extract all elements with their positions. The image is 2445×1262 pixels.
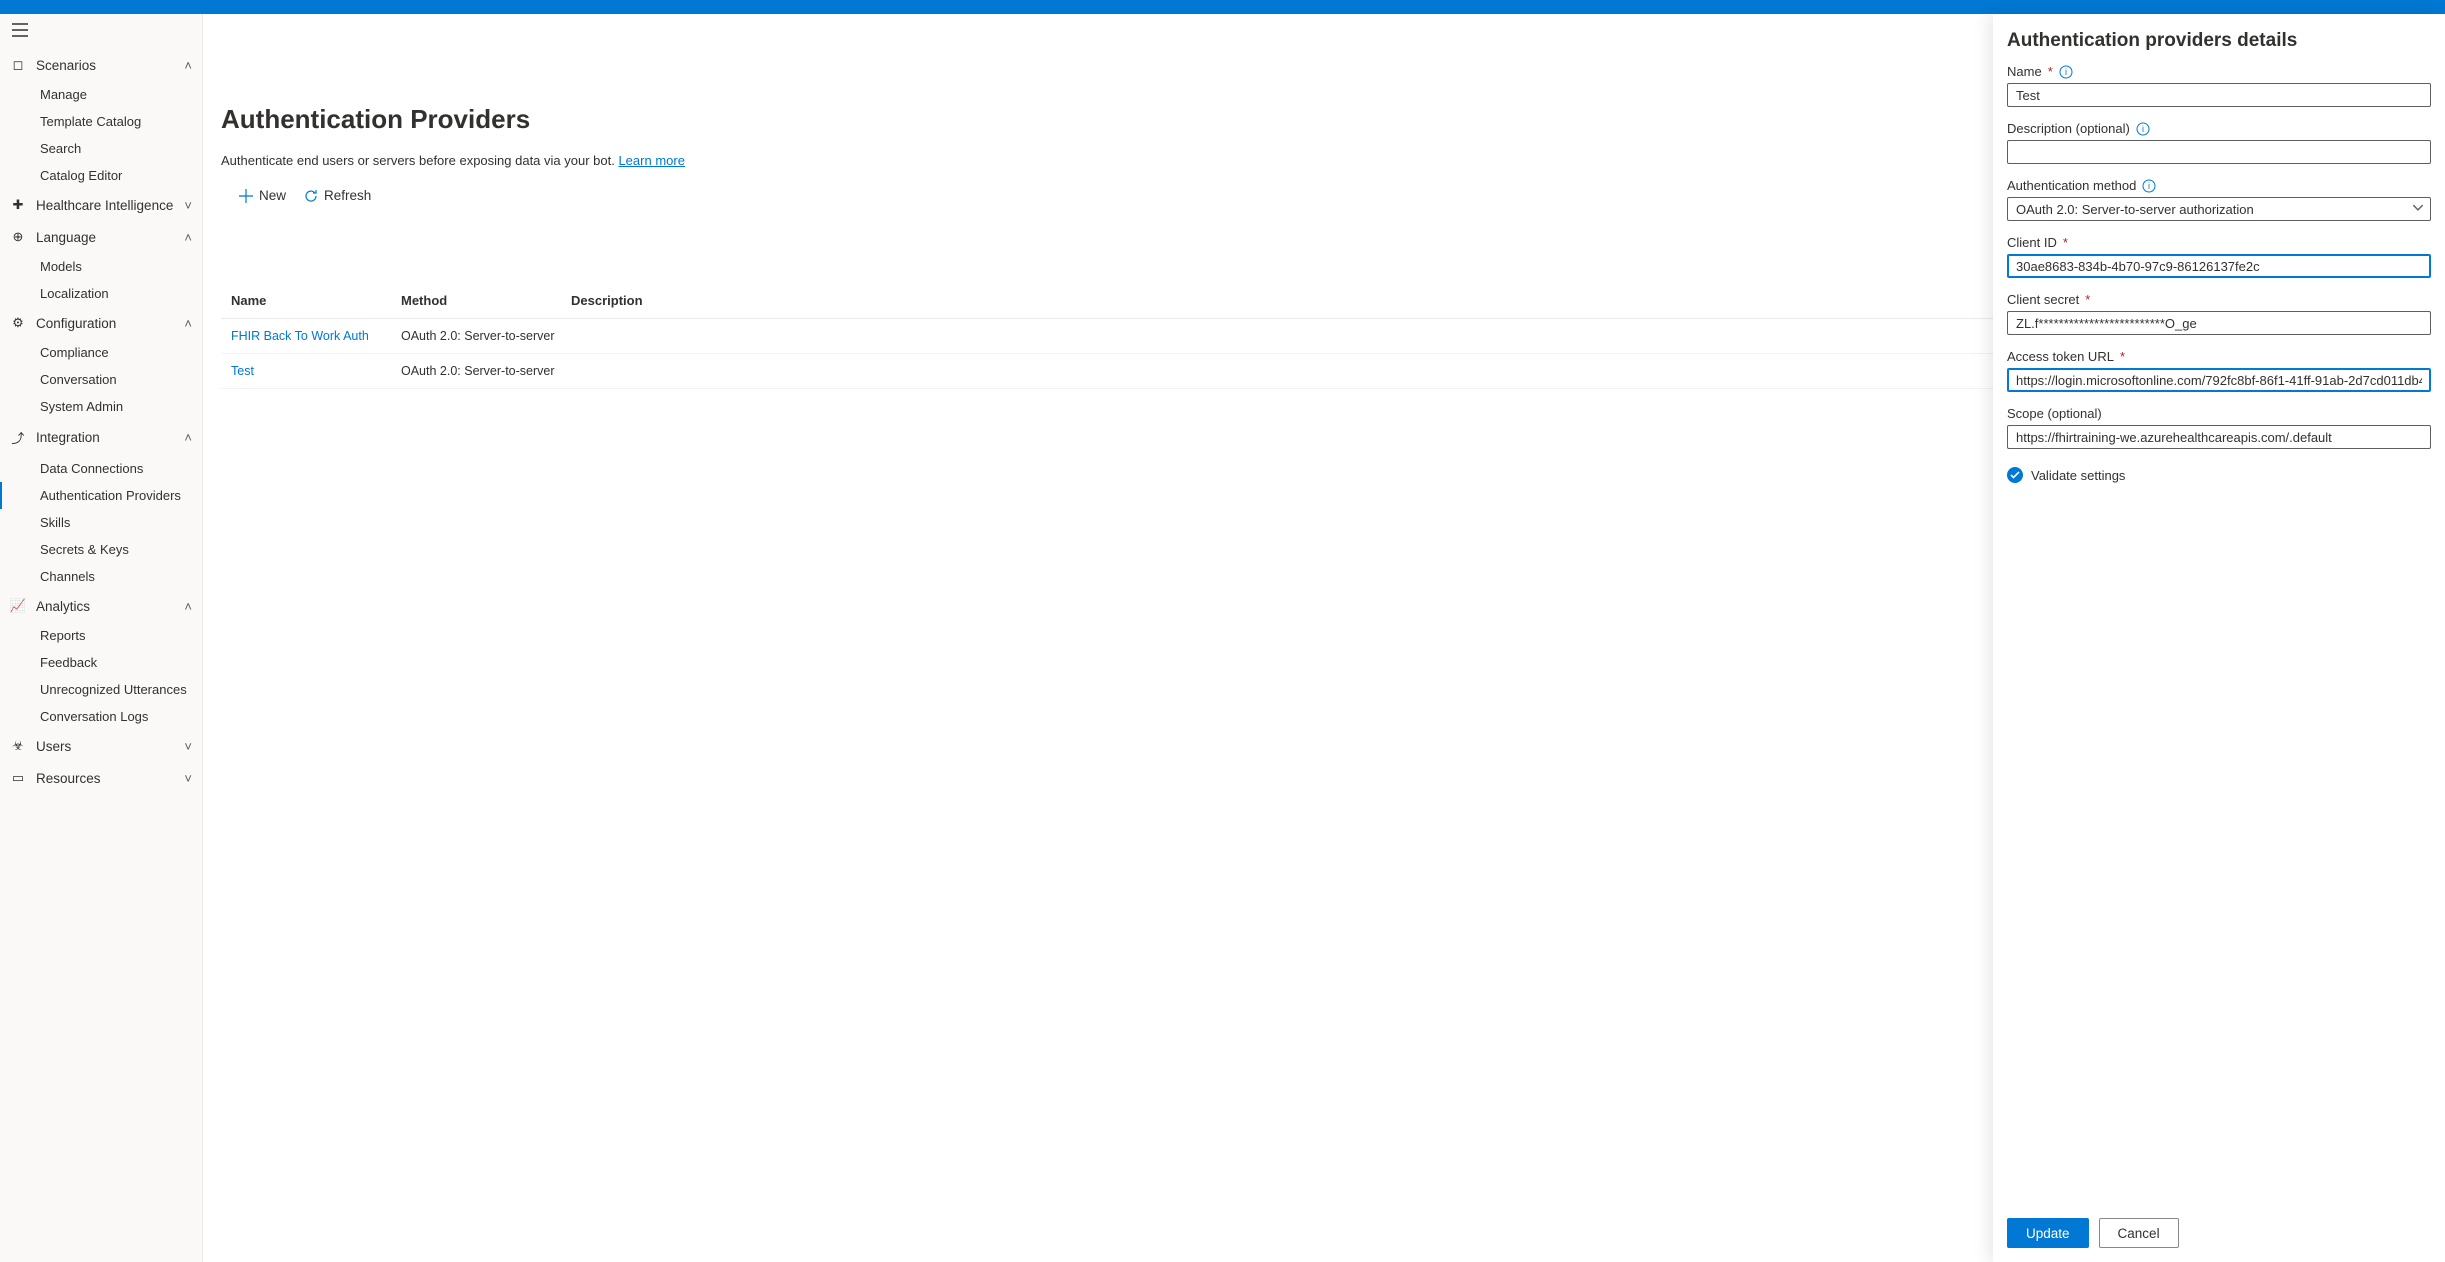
new-button-label: New <box>259 188 286 203</box>
plus-icon <box>239 189 253 203</box>
nav-item-compliance[interactable]: Compliance <box>0 339 202 366</box>
group-title: Users <box>36 739 71 754</box>
nav-item-skills[interactable]: Skills <box>0 509 202 536</box>
group-icon: ⚙ <box>10 315 26 331</box>
group-title: Configuration <box>36 316 116 331</box>
refresh-button[interactable]: Refresh <box>304 188 371 203</box>
nav-item-channels[interactable]: Channels <box>0 563 202 590</box>
group-title: Resources <box>36 771 101 786</box>
method-label: Authentication method i <box>2007 178 2431 193</box>
scope-label: Scope (optional) <box>2007 406 2431 421</box>
checkmark-icon <box>2007 467 2023 483</box>
nav-group-healthcare-intelligence[interactable]: ✚ Healthcare Intelligence ˅ <box>0 189 202 221</box>
scope-input[interactable] <box>2007 425 2431 449</box>
client-secret-input[interactable] <box>2007 311 2431 335</box>
nav-group-language[interactable]: ⊕ Language ˄ <box>0 221 202 253</box>
nav-item-models[interactable]: Models <box>0 253 202 280</box>
nav-item-authentication-providers[interactable]: Authentication Providers <box>0 482 202 509</box>
name-label: Name * i <box>2007 64 2431 79</box>
group-icon: ▭ <box>10 770 26 786</box>
nav-group-configuration[interactable]: ⚙ Configuration ˄ <box>0 307 202 339</box>
description-label: Description (optional) i <box>2007 121 2431 136</box>
client-id-input[interactable] <box>2007 254 2431 278</box>
token-url-input[interactable] <box>2007 368 2431 392</box>
chevron-icon: ˄ <box>184 316 192 331</box>
nav-group-scenarios[interactable]: ◻ Scenarios ˄ <box>0 49 202 81</box>
nav-item-feedback[interactable]: Feedback <box>0 649 202 676</box>
info-icon[interactable]: i <box>2142 179 2156 193</box>
client-id-label: Client ID * <box>2007 235 2431 250</box>
details-panel: Authentication providers details Name * … <box>1993 14 2445 1262</box>
method-select-value[interactable] <box>2007 197 2431 221</box>
chevron-icon: ˅ <box>184 198 192 213</box>
group-title: Healthcare Intelligence <box>36 198 173 213</box>
col-header-name[interactable]: Name <box>231 293 401 308</box>
chevron-icon: ˅ <box>184 739 192 754</box>
group-icon: ☣ <box>10 738 26 754</box>
nav-item-conversation-logs[interactable]: Conversation Logs <box>0 703 202 730</box>
nav-item-reports[interactable]: Reports <box>0 622 202 649</box>
method-select[interactable] <box>2007 197 2431 221</box>
col-header-method[interactable]: Method <box>401 293 571 308</box>
chevron-icon: ˄ <box>184 599 192 614</box>
group-icon: ✚ <box>10 197 26 213</box>
top-bar <box>0 0 2445 14</box>
group-title: Scenarios <box>36 58 96 73</box>
update-button[interactable]: Update <box>2007 1218 2089 1248</box>
validate-settings: Validate settings <box>2007 467 2431 483</box>
chevron-icon: ˅ <box>184 771 192 786</box>
name-input[interactable] <box>2007 83 2431 107</box>
menu-icon <box>12 23 28 37</box>
nav-item-secrets-&-keys[interactable]: Secrets & Keys <box>0 536 202 563</box>
info-icon[interactable]: i <box>2136 122 2150 136</box>
refresh-button-label: Refresh <box>324 188 371 203</box>
nav-group-resources[interactable]: ▭ Resources ˅ <box>0 762 202 794</box>
nav-item-unrecognized-utterances[interactable]: Unrecognized Utterances <box>0 676 202 703</box>
nav-item-localization[interactable]: Localization <box>0 280 202 307</box>
nav-group-analytics[interactable]: 📈 Analytics ˄ <box>0 590 202 622</box>
chevron-icon: ˄ <box>184 430 192 445</box>
cancel-button[interactable]: Cancel <box>2099 1218 2179 1248</box>
nav-item-system-admin[interactable]: System Admin <box>0 393 202 420</box>
row-method: OAuth 2.0: Server-to-server <box>401 329 571 343</box>
learn-more-link[interactable]: Learn more <box>618 153 684 168</box>
info-icon[interactable]: i <box>2059 65 2073 79</box>
group-icon: ⊕ <box>10 229 26 245</box>
nav-item-conversation[interactable]: Conversation <box>0 366 202 393</box>
group-icon: 📈 <box>10 598 26 614</box>
new-button[interactable]: New <box>239 188 286 203</box>
svg-text:i: i <box>2148 181 2150 191</box>
chevron-down-icon <box>2411 201 2425 218</box>
row-name-link[interactable]: FHIR Back To Work Auth <box>231 329 401 343</box>
sidebar: ◻Scenarios˄ManageTemplate CatalogSearchC… <box>0 14 203 1262</box>
validate-label: Validate settings <box>2031 468 2125 483</box>
nav-item-manage[interactable]: Manage <box>0 81 202 108</box>
nav-item-catalog-editor[interactable]: Catalog Editor <box>0 162 202 189</box>
nav-item-template-catalog[interactable]: Template Catalog <box>0 108 202 135</box>
group-title: Language <box>36 230 96 245</box>
token-url-label: Access token URL * <box>2007 349 2431 364</box>
group-title: Integration <box>36 430 100 445</box>
row-method: OAuth 2.0: Server-to-server <box>401 364 571 378</box>
svg-text:i: i <box>2065 67 2067 77</box>
chevron-icon: ˄ <box>184 230 192 245</box>
svg-text:i: i <box>2142 124 2144 134</box>
description-input[interactable] <box>2007 140 2431 164</box>
group-title: Analytics <box>36 599 90 614</box>
nav-group-users[interactable]: ☣ Users ˅ <box>0 730 202 762</box>
row-name-link[interactable]: Test <box>231 364 401 378</box>
hamburger-button[interactable] <box>0 14 202 49</box>
refresh-icon <box>304 189 318 203</box>
chevron-icon: ˄ <box>184 58 192 73</box>
page-subtitle-text: Authenticate end users or servers before… <box>221 153 618 168</box>
group-icon: ◻ <box>10 57 26 73</box>
group-icon: ⤴ <box>10 428 26 447</box>
client-secret-label: Client secret * <box>2007 292 2431 307</box>
nav-group-integration[interactable]: ⤴ Integration ˄ <box>0 420 202 455</box>
nav-item-data-connections[interactable]: Data Connections <box>0 455 202 482</box>
nav-item-search[interactable]: Search <box>0 135 202 162</box>
panel-title: Authentication providers details <box>2007 30 2431 52</box>
